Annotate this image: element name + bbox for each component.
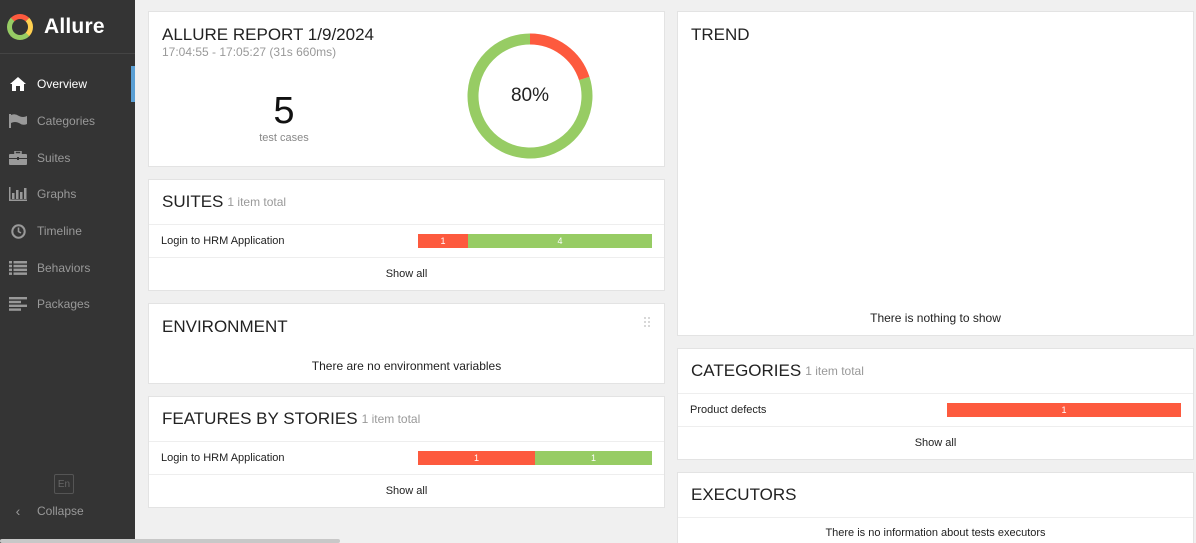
home-icon <box>8 76 28 92</box>
collapse-label: Collapse <box>37 504 84 518</box>
executors-title: EXECUTORS <box>691 485 797 504</box>
feature-status-bar[interactable]: 1 1 <box>418 451 652 465</box>
table-row[interactable]: Login to HRM Application 1 4 <box>149 225 664 258</box>
sidebar-item-label: Behaviors <box>37 260 91 275</box>
environment-title: ENVIRONMENT <box>162 316 288 336</box>
feature-name: Login to HRM Application <box>161 452 285 464</box>
test-case-count: 5 <box>273 90 295 132</box>
sidebar-item-graphs[interactable]: Graphs <box>0 176 135 213</box>
environment-widget: ENVIRONMENT There are no environment var… <box>148 303 665 384</box>
sidebar-item-label: Timeline <box>37 224 82 239</box>
features-title: FEATURES BY STORIES <box>162 409 358 428</box>
executors-header: EXECUTORS <box>678 473 1193 518</box>
horizontal-scrollbar[interactable] <box>0 539 340 543</box>
clock-icon <box>8 223 28 239</box>
executors-widget: EXECUTORS There is no information about … <box>677 472 1194 543</box>
environment-empty-message: There are no environment variables <box>311 359 502 373</box>
passed-segment[interactable]: 1 <box>535 451 652 465</box>
report-time-range: 17:04:55 - 17:05:27 (31s 660ms) <box>162 45 337 59</box>
passed-segment[interactable]: 4 <box>468 234 652 248</box>
sidebar-item-behaviors[interactable]: Behaviors <box>0 249 135 286</box>
sidebar-item-label: Categories <box>37 114 96 129</box>
failed-segment[interactable]: 1 <box>418 234 468 248</box>
test-case-count-label: test cases <box>259 132 309 144</box>
trend-title: TREND <box>691 25 750 44</box>
summary-widget: ALLURE REPORT 1/9/2024 17:04:55 - 17:05:… <box>148 11 665 167</box>
success-rate-percent: 80% <box>510 85 550 106</box>
sidebar: Allure Overview Categories Suites Graphs <box>0 0 135 543</box>
chevron-left-icon: ‹ <box>15 503 21 519</box>
failed-segment[interactable]: 1 <box>418 451 535 465</box>
brand-name: Allure <box>44 14 105 38</box>
categories-title: CATEGORIES <box>691 361 802 380</box>
categories-widget: CATEGORIES 1 item total Product defects … <box>677 348 1194 460</box>
sidebar-item-overview[interactable]: Overview <box>0 66 135 103</box>
suite-status-bar[interactable]: 1 4 <box>418 234 652 248</box>
suite-name: Login to HRM Application <box>161 235 285 247</box>
trend-widget: TREND There is nothing to show <box>677 11 1194 336</box>
categories-subtitle: 1 item total <box>805 364 864 378</box>
brand[interactable]: Allure <box>0 0 135 54</box>
suites-header: SUITES 1 item total <box>149 180 664 225</box>
sidebar-item-label: Suites <box>37 150 71 165</box>
suites-title: SUITES <box>162 192 224 211</box>
sidebar-item-label: Overview <box>37 77 88 92</box>
sidebar-nav: Overview Categories Suites Graphs Timeli… <box>0 66 135 323</box>
language-selector[interactable]: En <box>54 474 74 494</box>
failed-segment[interactable]: 1 <box>947 403 1181 417</box>
environment-header: ENVIRONMENT <box>149 304 664 349</box>
align-left-icon <box>8 296 28 312</box>
briefcase-icon <box>8 150 28 166</box>
sidebar-item-label: Packages <box>37 297 90 312</box>
features-show-all-link[interactable]: Show all <box>149 475 664 507</box>
features-widget: FEATURES BY STORIES 1 item total Login t… <box>148 396 665 508</box>
drag-handle-icon[interactable] <box>643 316 653 328</box>
report-title: ALLURE REPORT 1/9/2024 <box>162 25 374 44</box>
sidebar-item-timeline[interactable]: Timeline <box>0 213 135 250</box>
suites-subtitle: 1 item total <box>227 195 287 209</box>
executors-empty-message: There is no information about tests exec… <box>825 527 1046 539</box>
categories-header: CATEGORIES 1 item total <box>678 349 1193 394</box>
bar-chart-icon <box>8 186 28 202</box>
category-status-bar[interactable]: 1 <box>947 403 1181 417</box>
category-name: Product defects <box>690 404 767 416</box>
sidebar-item-packages[interactable]: Packages <box>0 286 135 323</box>
features-header: FEATURES BY STORIES 1 item total <box>149 397 664 442</box>
list-icon <box>8 260 28 276</box>
suites-show-all-link[interactable]: Show all <box>149 258 664 290</box>
flag-icon <box>8 113 28 129</box>
categories-show-all-link[interactable]: Show all <box>678 427 1193 459</box>
collapse-button[interactable]: ‹ Collapse <box>8 503 84 519</box>
sidebar-item-categories[interactable]: Categories <box>0 103 135 140</box>
table-row[interactable]: Login to HRM Application 1 1 <box>149 442 664 475</box>
features-subtitle: 1 item total <box>361 412 421 426</box>
table-row[interactable]: Product defects 1 <box>678 394 1193 427</box>
trend-empty-message: There is nothing to show <box>870 311 1001 325</box>
sidebar-item-label: Graphs <box>37 187 77 202</box>
sidebar-item-suites[interactable]: Suites <box>0 139 135 176</box>
allure-logo-icon <box>7 13 33 40</box>
suites-widget: SUITES 1 item total Login to HRM Applica… <box>148 179 665 291</box>
